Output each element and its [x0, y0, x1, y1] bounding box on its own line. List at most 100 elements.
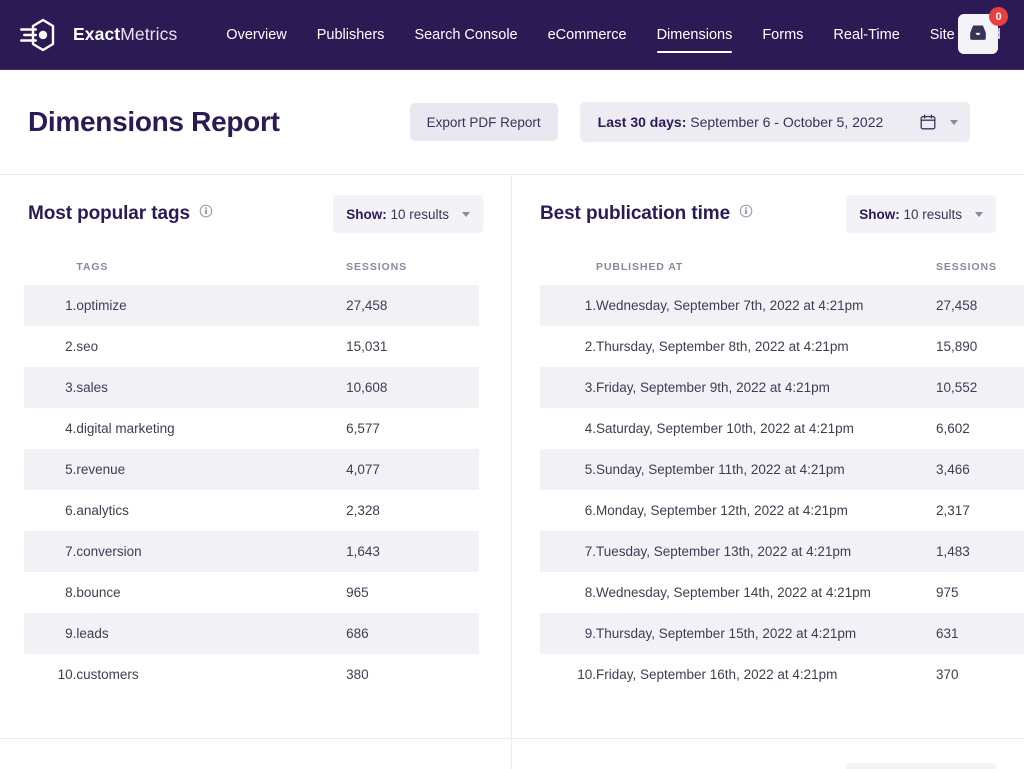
show-prefix-left: Show:	[346, 207, 387, 222]
column-header-rank	[24, 247, 76, 285]
row-rank: 10.	[540, 654, 596, 695]
exactmetrics-logo-icon	[18, 17, 62, 53]
table-row[interactable]: 10.customers380	[24, 654, 479, 695]
inbox-notifications[interactable]: 0	[958, 14, 1002, 56]
row-rank: 1.	[24, 285, 76, 326]
next-panel-right-partial	[512, 739, 1024, 769]
nav-item-real-time[interactable]: Real-Time	[818, 0, 914, 69]
row-published-at: Thursday, September 15th, 2022 at 4:21pm	[596, 613, 936, 654]
row-sessions: 10,552	[936, 367, 1024, 408]
page-title: Dimensions Report	[28, 106, 280, 138]
row-sessions: 6,602	[936, 408, 1024, 449]
table-row[interactable]: 8.bounce965	[24, 572, 479, 613]
row-sessions: 4,077	[346, 449, 479, 490]
row-tag-name: digital marketing	[76, 408, 346, 449]
panel-best-publication-time: Best publication time Show: 10 results	[512, 175, 1024, 738]
row-sessions: 370	[936, 654, 1024, 695]
column-header-sessions: SESSIONS	[936, 247, 1024, 285]
show-results-label-right: Show: 10 results	[859, 207, 962, 222]
table-header-row: PUBLISHED AT SESSIONS	[540, 247, 1024, 285]
panel-header-right: Best publication time Show: 10 results	[512, 175, 1024, 247]
nav-item-dimensions[interactable]: Dimensions	[642, 0, 748, 69]
table-row[interactable]: 7.conversion1,643	[24, 531, 479, 572]
export-pdf-report-button[interactable]: Export PDF Report	[410, 103, 558, 141]
table-row[interactable]: 5.revenue4,077	[24, 449, 479, 490]
table-row[interactable]: 4.Saturday, September 10th, 2022 at 4:21…	[540, 408, 1024, 449]
row-published-at: Monday, September 12th, 2022 at 4:21pm	[596, 490, 936, 531]
row-tag-name: revenue	[76, 449, 346, 490]
table-row[interactable]: 4.digital marketing6,577	[24, 408, 479, 449]
chevron-down-icon[interactable]	[462, 212, 470, 217]
table-row[interactable]: 9.Thursday, September 15th, 2022 at 4:21…	[540, 613, 1024, 654]
show-results-label-left: Show: 10 results	[346, 207, 449, 222]
row-published-at: Friday, September 16th, 2022 at 4:21pm	[596, 654, 936, 695]
inbox-badge-count: 0	[989, 7, 1008, 26]
row-sessions: 1,643	[346, 531, 479, 572]
chevron-down-icon[interactable]	[975, 212, 983, 217]
row-rank: 7.	[540, 531, 596, 572]
row-sessions: 2,317	[936, 490, 1024, 531]
row-rank: 7.	[24, 531, 76, 572]
table-row[interactable]: 10.Friday, September 16th, 2022 at 4:21p…	[540, 654, 1024, 695]
row-rank: 4.	[24, 408, 76, 449]
row-tag-name: optimize	[76, 285, 346, 326]
table-wrapper-right: PUBLISHED AT SESSIONS 1.Wednesday, Septe…	[512, 247, 1024, 695]
row-sessions: 1,483	[936, 531, 1024, 572]
row-rank: 3.	[540, 367, 596, 408]
next-section-partial	[0, 738, 1024, 769]
table-row[interactable]: 9.leads686	[24, 613, 479, 654]
next-panel-right-select-partial[interactable]	[846, 763, 996, 769]
row-sessions: 15,890	[936, 326, 1024, 367]
table-row[interactable]: 5.Sunday, September 11th, 2022 at 4:21pm…	[540, 449, 1024, 490]
brand[interactable]: ExactMetrics	[18, 17, 177, 53]
nav-item-search-console[interactable]: Search Console	[399, 0, 532, 69]
date-range-value: September 6 - October 5, 2022	[690, 114, 883, 130]
row-sessions: 380	[346, 654, 479, 695]
show-value-right: 10 results	[903, 207, 962, 222]
row-published-at: Wednesday, September 7th, 2022 at 4:21pm	[596, 285, 936, 326]
row-sessions: 3,466	[936, 449, 1024, 490]
info-icon[interactable]	[190, 203, 213, 218]
row-sessions: 975	[936, 572, 1024, 613]
row-tag-name: sales	[76, 367, 346, 408]
show-results-select-left[interactable]: Show: 10 results	[333, 195, 483, 233]
table-row[interactable]: 1.Wednesday, September 7th, 2022 at 4:21…	[540, 285, 1024, 326]
table-row[interactable]: 1.optimize27,458	[24, 285, 479, 326]
row-sessions: 6,577	[346, 408, 479, 449]
panel-header-left: Most popular tags Show: 10 results	[0, 175, 511, 247]
chevron-down-icon[interactable]	[950, 120, 958, 125]
show-results-select-right[interactable]: Show: 10 results	[846, 195, 996, 233]
table-row[interactable]: 3.Friday, September 9th, 2022 at 4:21pm1…	[540, 367, 1024, 408]
row-rank: 4.	[540, 408, 596, 449]
panel-title-best-publication-time: Best publication time	[540, 203, 730, 225]
nav-item-forms[interactable]: Forms	[747, 0, 818, 69]
row-tag-name: customers	[76, 654, 346, 695]
table-row[interactable]: 2.Thursday, September 8th, 2022 at 4:21p…	[540, 326, 1024, 367]
table-row[interactable]: 7.Tuesday, September 13th, 2022 at 4:21p…	[540, 531, 1024, 572]
date-range-selector[interactable]: Last 30 days: September 6 - October 5, 2…	[580, 102, 970, 142]
table-row[interactable]: 6.Monday, September 12th, 2022 at 4:21pm…	[540, 490, 1024, 531]
row-rank: 6.	[540, 490, 596, 531]
row-rank: 5.	[540, 449, 596, 490]
nav-links: Overview Publishers Search Console eComm…	[211, 0, 1015, 69]
table-row[interactable]: 3.sales10,608	[24, 367, 479, 408]
column-header-published-at: PUBLISHED AT	[596, 247, 936, 285]
table-wrapper-left: TAGS SESSIONS 1.optimize27,458 2.seo15,0…	[0, 247, 511, 695]
table-row[interactable]: 6.analytics2,328	[24, 490, 479, 531]
nav-item-ecommerce[interactable]: eCommerce	[533, 0, 642, 69]
row-rank: 8.	[24, 572, 76, 613]
table-row[interactable]: 2.seo15,031	[24, 326, 479, 367]
info-icon[interactable]	[730, 203, 753, 218]
calendar-icon[interactable]	[920, 114, 936, 130]
row-sessions: 27,458	[936, 285, 1024, 326]
row-sessions: 10,608	[346, 367, 479, 408]
nav-item-publishers[interactable]: Publishers	[302, 0, 400, 69]
row-published-at: Thursday, September 8th, 2022 at 4:21pm	[596, 326, 936, 367]
row-rank: 6.	[24, 490, 76, 531]
table-header-row: TAGS SESSIONS	[24, 247, 479, 285]
table-row[interactable]: 8.Wednesday, September 14th, 2022 at 4:2…	[540, 572, 1024, 613]
row-rank: 2.	[540, 326, 596, 367]
nav-item-overview[interactable]: Overview	[211, 0, 301, 69]
column-header-tags: TAGS	[76, 247, 346, 285]
row-rank: 10.	[24, 654, 76, 695]
